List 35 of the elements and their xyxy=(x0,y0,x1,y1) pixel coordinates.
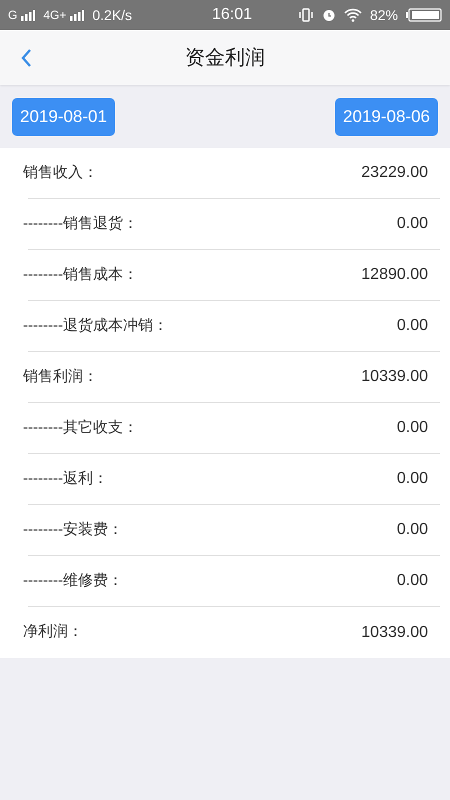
row-label: 销售收入： xyxy=(23,162,98,183)
wifi-icon xyxy=(344,8,362,22)
row-label: --------退货成本冲销： xyxy=(23,316,168,336)
row-value: 0.00 xyxy=(396,316,428,336)
row-label: --------销售退货： xyxy=(23,214,138,234)
speed-label: 0.2K/s xyxy=(92,6,132,24)
row-value: 0.00 xyxy=(396,571,428,591)
row-value: 0.00 xyxy=(396,469,428,489)
network-label: 4G+ xyxy=(43,7,66,24)
battery-icon xyxy=(406,8,442,22)
back-icon xyxy=(20,48,32,68)
alarm-icon xyxy=(322,8,336,22)
row-value: 23229.00 xyxy=(361,163,428,183)
row-value: 10339.00 xyxy=(361,367,428,387)
clock: 16:01 xyxy=(212,5,252,25)
signal-icon xyxy=(21,10,36,20)
carrier-label: G xyxy=(8,7,18,24)
start-date-button[interactable]: 2019-08-01 xyxy=(12,98,115,136)
signal-icon xyxy=(70,10,84,20)
vibrate-icon xyxy=(298,8,314,22)
row-label: 销售利润： xyxy=(23,366,98,387)
row-label: 净利润： xyxy=(23,622,83,642)
row-value: 0.00 xyxy=(396,418,428,438)
row-value: 12890.00 xyxy=(361,265,428,285)
page-title: 资金利润 xyxy=(185,46,265,70)
row-label: --------安装费： xyxy=(23,520,123,540)
row-label: --------维修费： xyxy=(23,570,123,591)
row-label: --------销售成本： xyxy=(23,264,138,285)
battery-percent: 82% xyxy=(370,6,398,24)
row-label: --------其它收支： xyxy=(23,418,138,438)
row-value: 10339.00 xyxy=(361,622,428,642)
row-label: --------返利： xyxy=(23,468,108,489)
row-value: 0.00 xyxy=(396,520,428,540)
end-date-button[interactable]: 2019-08-06 xyxy=(335,98,438,136)
row-value: 0.00 xyxy=(396,214,428,234)
